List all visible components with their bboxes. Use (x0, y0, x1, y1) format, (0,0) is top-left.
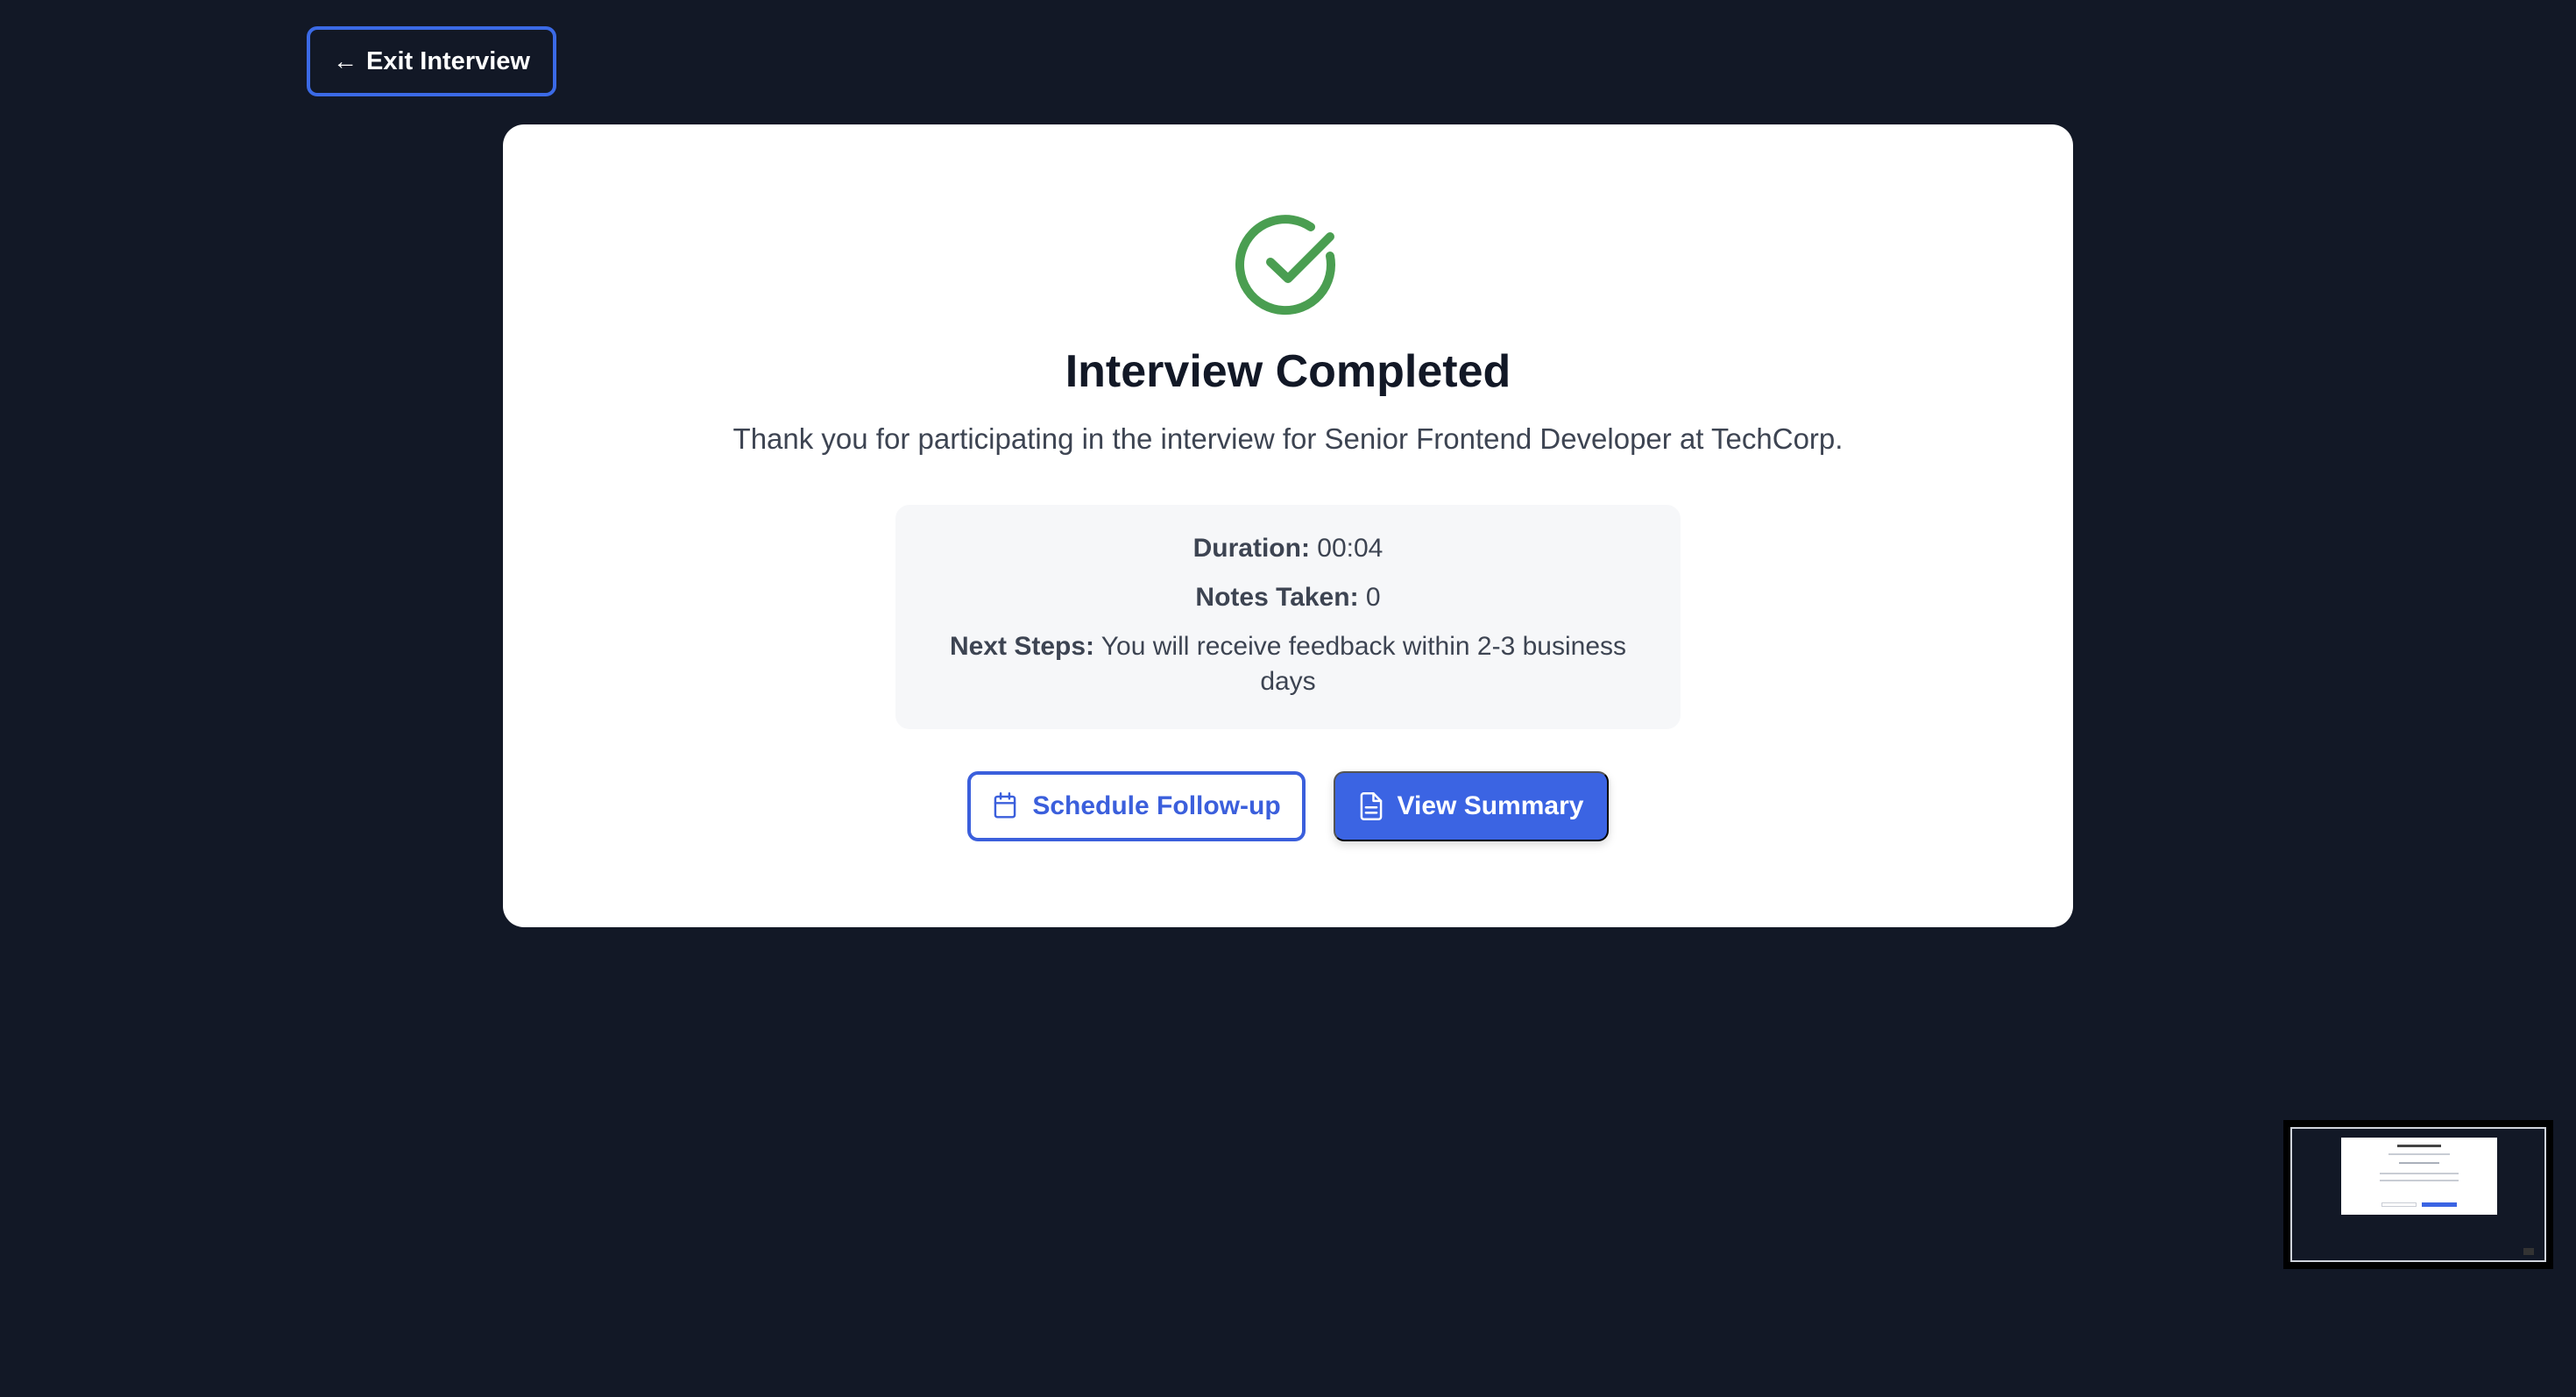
duration-label: Duration: (1192, 534, 1310, 563)
view-summary-label: View Summary (1397, 791, 1584, 820)
duration-row: Duration: 00:04 (939, 531, 1637, 566)
completion-message: Thank you for participating in the inter… (732, 422, 1844, 455)
check-circle-icon (1235, 215, 1335, 316)
completion-title: Interview Completed (1065, 346, 1511, 397)
schedule-followup-button[interactable]: Schedule Follow-up (967, 771, 1306, 841)
interview-details-box: Duration: 00:04 Notes Taken: 0 Next Step… (895, 505, 1681, 729)
duration-value: 00:04 (1317, 534, 1384, 563)
arrow-left-icon: ← (333, 47, 358, 74)
notes-row: Notes Taken: 0 (939, 580, 1637, 615)
preview-card (2341, 1138, 2497, 1215)
document-icon (1359, 792, 1384, 820)
calendar-icon (992, 792, 1018, 820)
interview-complete-page: ← Exit Interview Interview Completed Tha… (0, 0, 2576, 1397)
next-steps-row: Next Steps: You will receive feedback wi… (939, 629, 1637, 699)
exit-interview-button[interactable]: ← Exit Interview (307, 26, 556, 96)
screen-preview-thumbnail[interactable] (2283, 1120, 2553, 1269)
view-summary-button[interactable]: View Summary (1334, 771, 1609, 841)
screen-preview-image (2290, 1127, 2546, 1262)
next-steps-value: You will receive feedback within 2-3 bus… (1100, 632, 1627, 696)
next-steps-label: Next Steps: (949, 632, 1094, 661)
notes-value: 0 (1365, 583, 1381, 612)
exit-interview-label: Exit Interview (366, 46, 530, 75)
schedule-followup-label: Schedule Follow-up (1032, 791, 1281, 820)
notes-label: Notes Taken: (1195, 583, 1359, 612)
